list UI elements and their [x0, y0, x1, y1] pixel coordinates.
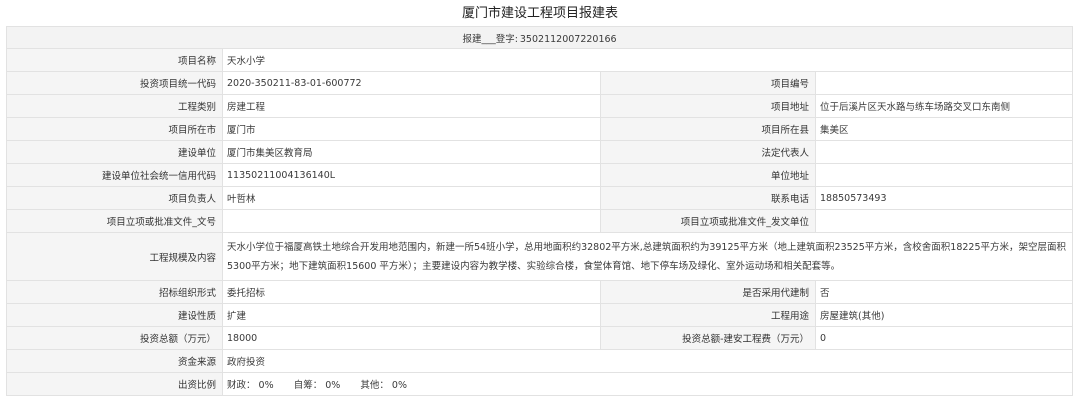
field-label: 项目立项或批准文件_文号	[6, 209, 223, 233]
scale-value: 天水小学位于福厦高铁土地综合开发用地范围内，新建一所54班小学，总用地面积约32…	[221, 232, 1074, 281]
install-cost-value: 0	[814, 326, 1074, 350]
agent-build-value: 否	[814, 280, 1074, 304]
field-label: 项目负责人	[6, 186, 223, 210]
builder-value: 厦门市集美区教育局	[222, 140, 601, 164]
table-row: 项目立项或批准文件_文号 项目立项或批准文件_发文单位	[6, 209, 1074, 233]
fiscal-label: 财政：	[227, 380, 256, 391]
registration-table: 报建___登字: 3502112007220166 项目名称 天水小学 投资项目统…	[5, 26, 1074, 396]
approval-unit-value	[814, 209, 1074, 233]
fiscal-value: 0%	[258, 380, 274, 391]
registration-label: 报建___登字:	[462, 33, 518, 45]
field-label: 投资总额-建安工程费（万元）	[600, 326, 816, 350]
fund-source-value: 政府投资	[221, 349, 1074, 373]
field-label: 项目地址	[600, 94, 816, 118]
field-label: 项目立项或批准文件_发文单位	[600, 209, 816, 233]
table-row: 项目负责人 叶哲林 联系电话 18850573493	[6, 186, 1074, 210]
field-label: 项目名称	[6, 48, 223, 72]
other-value: 0%	[391, 380, 407, 391]
field-label: 投资总额（万元）	[6, 326, 223, 350]
investment-code-value: 2020-350211-83-01-600772	[222, 71, 601, 95]
credit-code-value: 11350211004136140L	[222, 163, 601, 187]
usage-value: 房屋建筑(其他)	[814, 303, 1074, 327]
city-value: 厦门市	[222, 117, 601, 141]
field-label: 建设单位	[6, 140, 223, 164]
registration-number: 3502112007220166	[519, 33, 617, 45]
self-label: 自筹：	[293, 380, 323, 391]
project-name-value: 天水小学	[221, 48, 1074, 72]
field-label: 出资比例	[6, 372, 223, 396]
field-label: 项目所在县	[600, 117, 816, 141]
registration-header-row: 报建___登字: 3502112007220166	[5, 26, 1074, 49]
table-row: 项目所在市 厦门市 项目所在县 集美区	[6, 117, 1074, 141]
manager-value: 叶哲林	[222, 186, 601, 210]
legal-rep-value	[814, 140, 1074, 164]
table-row: 投资项目统一代码 2020-350211-83-01-600772 项目编号	[6, 71, 1074, 95]
table-row: 投资总额（万元） 18000 投资总额-建安工程费（万元） 0	[6, 326, 1074, 350]
field-label: 法定代表人	[600, 140, 816, 164]
phone-value: 18850573493	[814, 186, 1074, 210]
total-investment-value: 18000	[222, 326, 601, 350]
county-value: 集美区	[814, 117, 1074, 141]
field-label: 工程类别	[6, 94, 223, 118]
field-label: 项目编号	[600, 71, 816, 95]
self-value: 0%	[325, 380, 341, 391]
table-row: 资金来源 政府投资	[6, 349, 1074, 373]
field-label: 招标组织形式	[6, 280, 223, 304]
other-label: 其他：	[360, 380, 389, 391]
table-row: 建设性质 扩建 工程用途 房屋建筑(其他)	[6, 303, 1074, 327]
field-label: 建设单位社会统一信用代码	[6, 163, 223, 187]
field-label: 建设性质	[6, 303, 223, 327]
field-label: 工程用途	[600, 303, 816, 327]
field-label: 项目所在市	[6, 117, 223, 141]
project-number-value	[814, 71, 1074, 95]
table-row: 出资比例 财政： 0% 自筹： 0% 其他： 0%	[6, 372, 1074, 396]
field-label: 单位地址	[600, 163, 816, 187]
registration-header: 报建___登字: 3502112007220166	[5, 26, 1074, 49]
table-row: 工程类别 房建工程 项目地址 位于后溪片区天水路与练车场路交叉口东南侧	[6, 94, 1074, 118]
unit-address-value	[814, 163, 1074, 187]
field-label: 联系电话	[600, 186, 816, 210]
approval-doc-value	[222, 209, 601, 233]
field-label: 工程规模及内容	[6, 232, 223, 281]
table-row: 项目名称 天水小学	[6, 48, 1074, 72]
page-title: 厦门市建设工程项目报建表	[461, 6, 618, 21]
table-row: 建设单位社会统一信用代码 11350211004136140L 单位地址	[6, 163, 1074, 187]
field-label: 是否采用代建制	[600, 280, 816, 304]
table-row: 建设单位 厦门市集美区教育局 法定代表人	[6, 140, 1074, 164]
tender-form-value: 委托招标	[222, 280, 601, 304]
nature-value: 扩建	[222, 303, 601, 327]
project-address-value: 位于后溪片区天水路与练车场路交叉口东南侧	[814, 94, 1074, 118]
funding-ratio-value: 财政： 0% 自筹： 0% 其他： 0%	[221, 372, 1074, 396]
project-type-value: 房建工程	[222, 94, 601, 118]
field-label: 资金来源	[6, 349, 223, 373]
field-label: 投资项目统一代码	[6, 71, 223, 95]
table-row: 招标组织形式 委托招标 是否采用代建制 否	[6, 280, 1074, 304]
table-row: 工程规模及内容 天水小学位于福厦高铁土地综合开发用地范围内，新建一所54班小学，…	[6, 232, 1074, 281]
